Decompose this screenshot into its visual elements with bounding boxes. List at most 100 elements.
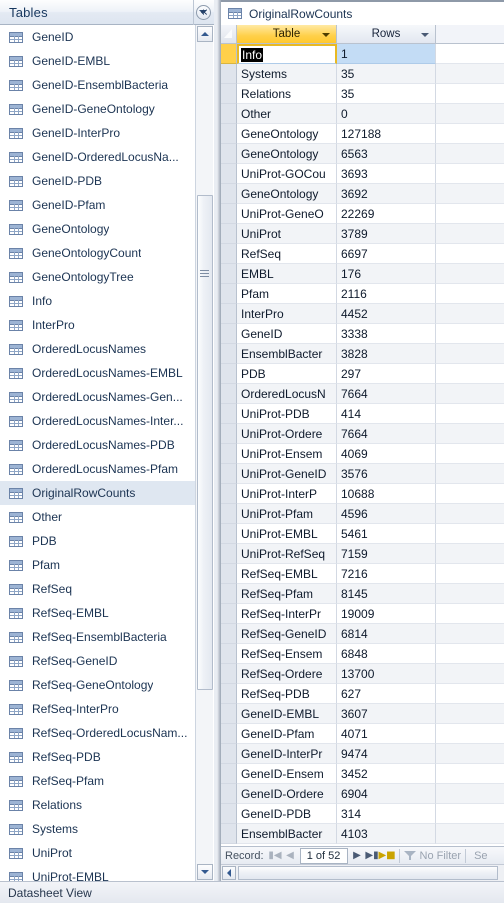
nav-item-geneid-pfam[interactable]: GeneID-Pfam: [0, 193, 195, 217]
nav-item-relations[interactable]: Relations: [0, 793, 195, 817]
table-row[interactable]: Relations 35: [221, 84, 504, 104]
row-selector[interactable]: [221, 624, 237, 644]
table-row[interactable]: GeneID-Pfam 4071: [221, 724, 504, 744]
table-row[interactable]: GeneOntology 3692: [221, 184, 504, 204]
table-row[interactable]: Info 1: [221, 44, 504, 64]
cell-rows[interactable]: 6563: [337, 144, 436, 164]
table-row[interactable]: UniProt-RefSeq 7159: [221, 544, 504, 564]
cell-rows[interactable]: 9474: [337, 744, 436, 764]
cell-rows[interactable]: 35: [337, 64, 436, 84]
cell-rows[interactable]: 3692: [337, 184, 436, 204]
cell-table[interactable]: RefSeq: [237, 244, 337, 264]
cell-rows[interactable]: 127188: [337, 124, 436, 144]
row-selector[interactable]: [221, 664, 237, 684]
previous-record-button[interactable]: ◀: [283, 848, 298, 864]
cell-rows[interactable]: 3828: [337, 344, 436, 364]
row-selector[interactable]: [221, 784, 237, 804]
last-record-button[interactable]: ▶▮: [365, 848, 380, 864]
horizontal-scrollbar[interactable]: [221, 864, 504, 881]
cell-rows[interactable]: 13700: [337, 664, 436, 684]
cell-table[interactable]: GeneOntology: [237, 184, 337, 204]
cell-rows[interactable]: 0: [337, 104, 436, 124]
row-selector[interactable]: [221, 184, 237, 204]
cell-rows[interactable]: 4069: [337, 444, 436, 464]
nav-item-geneontologycount[interactable]: GeneOntologyCount: [0, 241, 195, 265]
table-row[interactable]: RefSeq-EMBL 7216: [221, 564, 504, 584]
nav-item-refseq-orderedlocusnam[interactable]: RefSeq-OrderedLocusNam...: [0, 721, 195, 745]
cell-rows[interactable]: 4103: [337, 824, 436, 844]
table-row[interactable]: RefSeq-InterPr 19009: [221, 604, 504, 624]
cell-table[interactable]: RefSeq-Ensem: [237, 644, 337, 664]
table-row[interactable]: GeneID 3338: [221, 324, 504, 344]
navigation-pane-scrollbar[interactable]: [195, 25, 213, 881]
row-selector[interactable]: [221, 384, 237, 404]
cell-table[interactable]: Relations: [237, 84, 337, 104]
table-row[interactable]: GeneOntology 6563: [221, 144, 504, 164]
cell-rows[interactable]: 6904: [337, 784, 436, 804]
cell-rows[interactable]: 176: [337, 264, 436, 284]
datasheet-grid[interactable]: Table Rows Info 1 Systems 35 Relations 35 Othe…: [221, 25, 504, 846]
cell-rows[interactable]: 6848: [337, 644, 436, 664]
cell-rows[interactable]: 10688: [337, 484, 436, 504]
row-selector[interactable]: [221, 504, 237, 524]
row-selector[interactable]: [221, 364, 237, 384]
chevron-down-icon[interactable]: [421, 33, 429, 37]
cell-table[interactable]: GeneID: [237, 324, 337, 344]
column-header-table[interactable]: Table: [237, 25, 337, 44]
table-row[interactable]: RefSeq-Ensem 6848: [221, 644, 504, 664]
table-row[interactable]: EnsemblBacter 3828: [221, 344, 504, 364]
table-row[interactable]: RefSeq-Pfam 8145: [221, 584, 504, 604]
cell-rows[interactable]: 297: [337, 364, 436, 384]
row-selector[interactable]: [221, 524, 237, 544]
scroll-up-button[interactable]: [197, 26, 213, 42]
nav-item-info[interactable]: Info: [0, 289, 195, 313]
cell-table[interactable]: InterPro: [237, 304, 337, 324]
nav-item-geneid-embl[interactable]: GeneID-EMBL: [0, 49, 195, 73]
row-selector[interactable]: [221, 464, 237, 484]
cell-table[interactable]: EnsemblBacter: [237, 344, 337, 364]
nav-item-orderedlocusnames-pdb[interactable]: OrderedLocusNames-PDB: [0, 433, 195, 457]
row-selector[interactable]: [221, 584, 237, 604]
nav-item-orderedlocusnames-gen[interactable]: OrderedLocusNames-Gen...: [0, 385, 195, 409]
column-header-rows[interactable]: Rows: [337, 25, 436, 44]
cell-rows[interactable]: 627: [337, 684, 436, 704]
chevron-down-icon[interactable]: [322, 33, 330, 37]
nav-item-geneid-ensemblbacteria[interactable]: GeneID-EnsemblBacteria: [0, 73, 195, 97]
cell-table[interactable]: GeneID-EMBL: [237, 704, 337, 724]
nav-item-uniprot-embl[interactable]: UniProt-EMBL: [0, 865, 195, 881]
row-selector[interactable]: [221, 124, 237, 144]
grid-body[interactable]: Info 1 Systems 35 Relations 35 Other 0 GeneOntol…: [221, 44, 504, 844]
row-selector[interactable]: [221, 804, 237, 824]
row-selector[interactable]: [221, 404, 237, 424]
table-row[interactable]: RefSeq-Ordere 13700: [221, 664, 504, 684]
nav-item-geneontology[interactable]: GeneOntology: [0, 217, 195, 241]
cell-rows[interactable]: 6814: [337, 624, 436, 644]
nav-item-other[interactable]: Other: [0, 505, 195, 529]
row-selector[interactable]: [221, 64, 237, 84]
row-selector[interactable]: [221, 484, 237, 504]
cell-rows[interactable]: 4071: [337, 724, 436, 744]
cell-table[interactable]: GeneID-Pfam: [237, 724, 337, 744]
cell-table[interactable]: RefSeq-PDB: [237, 684, 337, 704]
table-row[interactable]: UniProt 3789: [221, 224, 504, 244]
row-selector[interactable]: [221, 344, 237, 364]
collapse-navigation-pane-button[interactable]: «: [194, 2, 214, 22]
cell-table[interactable]: UniProt-EMBL: [237, 524, 337, 544]
nav-item-orderedlocusnames-embl[interactable]: OrderedLocusNames-EMBL: [0, 361, 195, 385]
table-row[interactable]: Pfam 2116: [221, 284, 504, 304]
row-selector[interactable]: [221, 724, 237, 744]
cell-table[interactable]: GeneOntology: [237, 124, 337, 144]
cell-table[interactable]: EnsemblBacter: [237, 824, 337, 844]
horizontal-scrollbar-thumb[interactable]: [238, 866, 498, 880]
cell-rows[interactable]: 22269: [337, 204, 436, 224]
pane-splitter[interactable]: [214, 0, 221, 881]
table-row[interactable]: GeneID-InterPr 9474: [221, 744, 504, 764]
table-row[interactable]: EMBL 176: [221, 264, 504, 284]
cell-rows[interactable]: 414: [337, 404, 436, 424]
row-selector[interactable]: [221, 224, 237, 244]
nav-item-refseq-pfam[interactable]: RefSeq-Pfam: [0, 769, 195, 793]
table-row[interactable]: Other 0: [221, 104, 504, 124]
row-selector[interactable]: [221, 264, 237, 284]
cell-table[interactable]: UniProt-GOCou: [237, 164, 337, 184]
nav-item-refseq-interpro[interactable]: RefSeq-InterPro: [0, 697, 195, 721]
